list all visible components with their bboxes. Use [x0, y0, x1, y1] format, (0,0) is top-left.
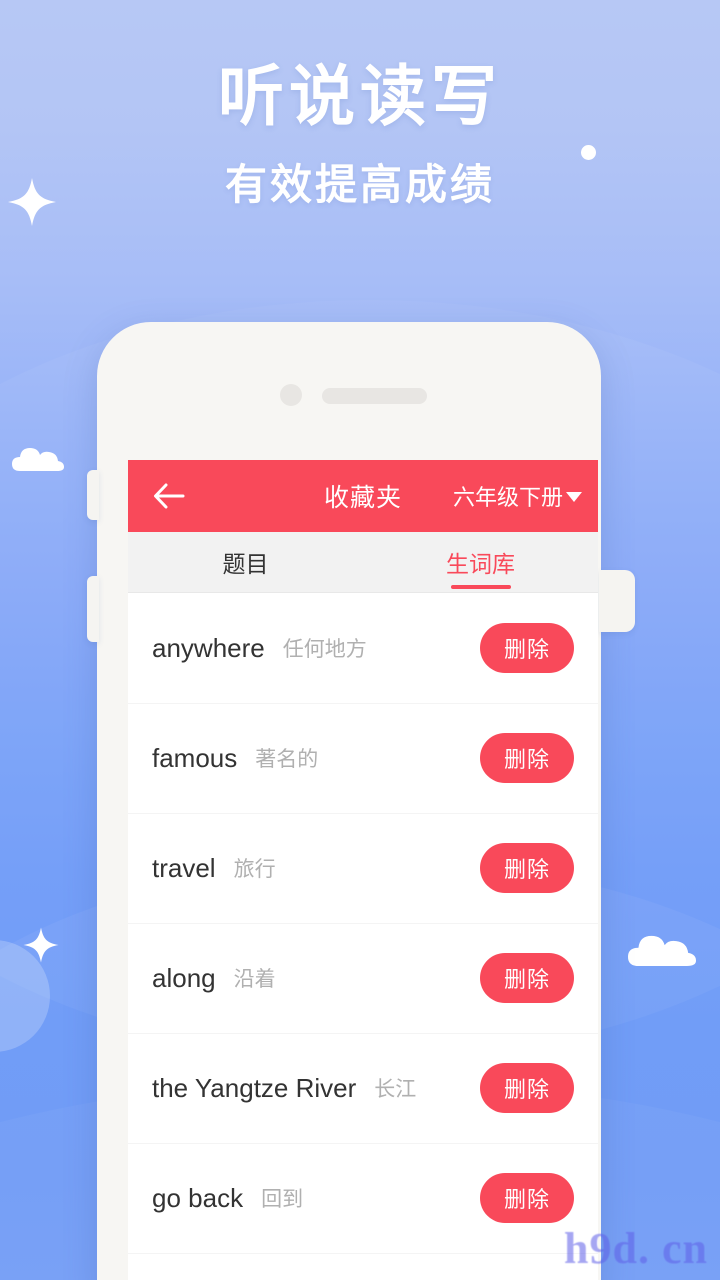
- tab-active-indicator: [450, 585, 511, 589]
- promo-headline-block: 听说读写 有效提高成绩: [0, 59, 720, 212]
- word-text: anywhere: [152, 632, 265, 663]
- word-text: the Yangtze River: [152, 1072, 357, 1103]
- word-meaning: 沿着: [233, 968, 276, 991]
- word-text: famous: [152, 742, 238, 773]
- tab-vocabulary[interactable]: 生词库: [363, 532, 598, 592]
- grade-selector-label: 六年级下册: [452, 485, 563, 510]
- word-meaning: 旅行: [233, 858, 276, 881]
- phone-button-volume-up: [87, 470, 99, 520]
- word-text: travel: [152, 852, 216, 883]
- phone-speaker: [322, 388, 427, 404]
- delete-button[interactable]: 删除: [480, 733, 574, 783]
- cloud-icon-left: [12, 448, 64, 471]
- list-item[interactable]: travel 旅行 删除: [128, 813, 598, 923]
- tab-bar: 题目 生词库: [128, 532, 598, 593]
- word-text: along: [152, 962, 216, 993]
- delete-button[interactable]: 删除: [480, 843, 574, 893]
- delete-button[interactable]: 删除: [480, 1173, 574, 1223]
- grade-selector[interactable]: 六年级下册: [453, 480, 582, 512]
- tab-questions-label: 题目: [222, 551, 269, 577]
- vocabulary-list: anywhere 任何地方 删除 famous 著名的 删除 travel 旅行…: [128, 593, 598, 1280]
- word-meaning: 著名的: [255, 748, 319, 771]
- promo-headline: 听说读写: [218, 59, 502, 133]
- phone-camera: [280, 384, 302, 406]
- list-item[interactable]: anywhere 任何地方 删除: [128, 593, 598, 703]
- phone-button-volume-down: [87, 576, 99, 642]
- promo-screenshot: 听说读写 有效提高成绩 收藏夹 六年级下册 题目 生词库 anywhere 任何…: [0, 0, 720, 1280]
- delete-button[interactable]: 删除: [480, 1063, 574, 1113]
- word-text: go back: [152, 1182, 244, 1213]
- word-meaning: 回到: [261, 1188, 304, 1211]
- word-meaning: 任何地方: [282, 638, 367, 661]
- promo-subheadline: 有效提高成绩: [224, 161, 495, 209]
- phone-button-power: [599, 570, 635, 632]
- delete-button[interactable]: 删除: [480, 953, 574, 1003]
- list-item[interactable]: the Yangtze River 长江 删除: [128, 1033, 598, 1143]
- caret-down-icon: [566, 492, 582, 502]
- list-item[interactable]: famous 著名的 删除: [128, 703, 598, 813]
- tab-questions[interactable]: 题目: [128, 532, 363, 592]
- cloud-icon-right: [628, 935, 696, 966]
- app-bar: 收藏夹 六年级下册: [128, 460, 598, 532]
- list-item[interactable]: along 沿着 删除: [128, 923, 598, 1033]
- phone-mockup: 收藏夹 六年级下册 题目 生词库 anywhere 任何地方 删除 famous…: [87, 322, 635, 1280]
- word-meaning: 长江: [374, 1078, 417, 1101]
- sparkle-icon-mid-left: [23, 927, 59, 963]
- list-item[interactable]: go back 回到 删除: [128, 1143, 598, 1253]
- delete-button[interactable]: 删除: [480, 623, 574, 673]
- phone-screen: 收藏夹 六年级下册 题目 生词库 anywhere 任何地方 删除 famous…: [128, 460, 598, 1280]
- list-item[interactable]: 删除: [128, 1253, 598, 1280]
- tab-vocabulary-label: 生词库: [446, 551, 515, 577]
